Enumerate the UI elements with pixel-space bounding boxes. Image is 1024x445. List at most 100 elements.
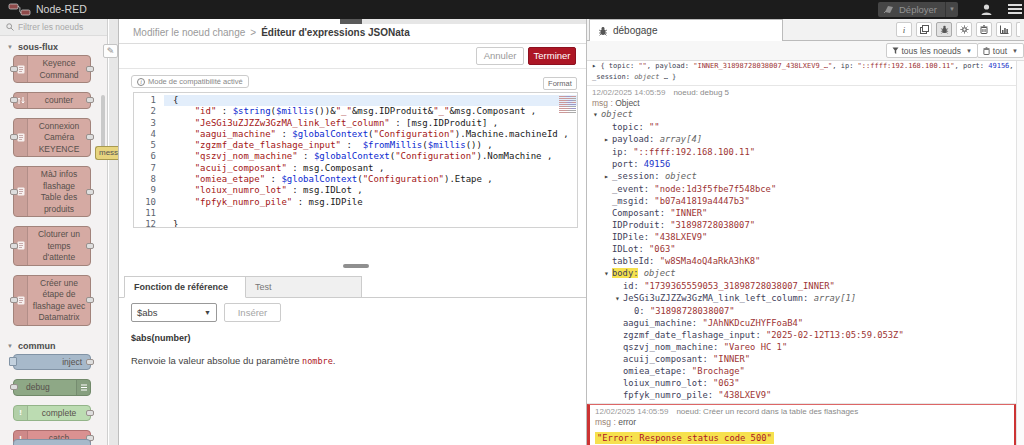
code-line-1[interactable]: { [164, 95, 577, 106]
palette-node-cloturer-un-temps-dattente[interactable]: Cloturer untempsd'attente [13, 226, 91, 266]
debug-tree-row[interactable]: omiea_etape: "Brochage" [587, 365, 1016, 377]
debug-message-error[interactable]: 12/02/2025 14:05:59noeud: Créer un recor… [587, 404, 1016, 445]
debug-tree-row[interactable]: id: "1739365559053_31898728038007_INNER" [587, 280, 1016, 292]
debug-tree-row[interactable]: ▸payload: array[4] [587, 133, 1016, 146]
tab-test[interactable]: Test [246, 276, 362, 298]
debug-tree-row[interactable]: ip: "::ffff:192.168.100.11" [587, 146, 1016, 158]
debug-tree-row[interactable]: tableId: "w8SMa4oQ4aRkA3hK8" [587, 255, 1016, 267]
extra-button-sliver[interactable] [1016, 22, 1020, 37]
debug-tree-row[interactable]: IDProduit: "31898728038007" [587, 219, 1016, 231]
debug-tree-row[interactable]: acuij_composant: "INNER" [587, 353, 1016, 365]
debug-tree-row[interactable]: ▾JeSGi3uZJZZw3GzMA_link_left_column: arr… [587, 292, 1016, 305]
palette-search[interactable]: Filtrer les noeuds [0, 19, 107, 36]
insert-button[interactable]: Insérer [224, 303, 281, 322]
debug-tree-row[interactable]: 0: "31898728038007" [587, 305, 1016, 317]
expanded-arrow-icon[interactable]: ▾ [604, 268, 612, 280]
canvas-node-fragment[interactable]: mess [95, 146, 118, 160]
editor-code-area[interactable]: { "id" : $string($millis())&"_"&msg.IDPr… [164, 93, 577, 227]
palette-node-keyence-command[interactable]: KeyenceCommand [13, 55, 91, 83]
debug-toggle-button[interactable] [76, 380, 90, 395]
palette-section-sous-flux[interactable]: ▼sous-flux [0, 36, 107, 55]
node-input-port[interactable] [10, 66, 18, 72]
code-line-5[interactable]: "zgzmf_date_flashage_input" : $fromMilli… [164, 140, 577, 151]
deploy-button[interactable]: Déployer ▼ [878, 2, 958, 17]
node-input-port[interactable] [10, 297, 18, 303]
jsonata-code-editor[interactable]: 123456789101112 { "id" : $string($millis… [133, 92, 578, 228]
debug-tree-row[interactable]: port: 49156 [587, 158, 1016, 170]
filter-nodes-button[interactable]: tous les noeuds ▼ [886, 43, 979, 58]
code-line-12[interactable]: } [164, 219, 577, 227]
tab-function-reference[interactable]: Fonction de référence [124, 276, 246, 298]
debug-tree-row[interactable]: loiux_numro_lot: "063" [587, 377, 1016, 389]
main-menu-icon[interactable] [1008, 4, 1022, 16]
debug-tree-row[interactable]: qszvj_nom_machine: "Vareo HC 1" [587, 341, 1016, 353]
breadcrumb-node[interactable]: Modifier le noeud change [133, 27, 245, 38]
debug-tree-row[interactable]: IDPile: "438LXEV9" [587, 231, 1016, 243]
debug-tree-row[interactable]: aagui_machine: "JAhNKDcuZHYFFoaB4" [587, 317, 1016, 329]
code-line-10[interactable]: "fpfyk_numro_pile" : msg.IDPile [164, 197, 577, 208]
palette-node-debug[interactable]: debug [13, 379, 91, 396]
palette-node-complete[interactable]: complete! [13, 405, 91, 422]
palette-node-status[interactable] [13, 439, 91, 445]
node-output-port[interactable] [86, 410, 94, 416]
code-line-4[interactable]: "aagui_machine" : $globalContext("Config… [164, 129, 577, 140]
tab-debug[interactable]: débogage [589, 19, 783, 41]
node-output-port[interactable] [86, 297, 94, 303]
user-icon[interactable] [980, 3, 993, 16]
cancel-button[interactable]: Annuler [476, 47, 524, 65]
node-output-port[interactable] [86, 243, 94, 249]
code-line-3[interactable]: "JeSGi3uZJZZw3GzMA_link_left_column" : [… [164, 118, 577, 129]
node-input-port[interactable] [10, 134, 18, 140]
node-output-port[interactable] [86, 189, 94, 195]
collapsed-arrow-icon[interactable]: ▸ [604, 171, 612, 183]
debug-tree-row[interactable]: fpfyk_numro_pile: "438LXEV9" [587, 389, 1016, 401]
code-line-6[interactable]: "qszvj_nom_machine" : $globalContext("Co… [164, 151, 577, 162]
palette-node-counter[interactable]: counter [13, 92, 91, 109]
delete-button[interactable] [976, 22, 992, 37]
node-input-port[interactable] [10, 384, 18, 390]
chart-button[interactable] [996, 22, 1012, 37]
format-button[interactable]: Format [543, 77, 577, 90]
deploy-options-chevron[interactable]: ▼ [945, 2, 958, 17]
function-select[interactable]: $abs ▼ [131, 303, 217, 322]
debug-tree-row[interactable]: topic: "" [587, 121, 1016, 133]
collapsed-arrow-icon[interactable]: ▸ [604, 134, 612, 146]
palette-node-maj-infos-flashage[interactable]: MàJ infosflashageTable desproduits [13, 166, 91, 217]
node-input-port[interactable] [10, 97, 18, 103]
debug-tree-row[interactable]: ▾body: object [587, 267, 1016, 280]
node-output-port[interactable] [86, 97, 94, 103]
debug-tree-row[interactable]: Composant: "INNER" [587, 207, 1016, 219]
settings-button[interactable] [956, 22, 972, 37]
palette-node-creer-une-etape-de-flashage[interactable]: Créer uneétape deflashage avecDatamatrix [13, 275, 91, 326]
palette-node-connexion-camera-keyence[interactable]: ConnexionCaméraKEYENCE [13, 118, 91, 158]
debug-scrollbar[interactable] [1016, 61, 1024, 445]
node-output-port[interactable] [86, 66, 94, 72]
debug-tree-row[interactable]: ▾object [587, 108, 1016, 121]
node-output-port[interactable] [86, 134, 94, 140]
debug-message-object[interactable]: 12/02/2025 14:05:59noeud: debug 5msg : O… [587, 86, 1016, 404]
code-line-7[interactable]: "acuij_composant" : msg.Composant , [164, 163, 577, 174]
debug-tree-row[interactable]: _msgid: "b07a41819a4447b3" [587, 195, 1016, 207]
expanded-arrow-icon[interactable]: ▾ [593, 109, 601, 121]
inject-button[interactable] [9, 357, 17, 366]
edit-pencil-button[interactable]: ✎ [103, 44, 118, 58]
code-line-11[interactable] [164, 208, 577, 219]
node-input-port[interactable] [10, 243, 18, 249]
info-button[interactable]: i [896, 22, 912, 37]
debug-message-preview[interactable]: ▸ { topic: "", payload: "INNER_318987280… [587, 61, 1016, 86]
palette-section-commun[interactable]: ▼commun [0, 335, 107, 354]
node-output-port[interactable] [86, 359, 94, 365]
code-line-8[interactable]: "omiea_etape" : $globalContext("Configur… [164, 174, 577, 185]
debug-tree-row[interactable]: ▸_session: object [587, 170, 1016, 183]
debug-messages-button[interactable] [936, 22, 952, 37]
flow-canvas[interactable] [109, 19, 118, 445]
clear-messages-button[interactable]: tout ▼ [977, 43, 1024, 58]
debug-tree-row[interactable]: zgzmf_date_flashage_input: "2025-02-12T1… [587, 329, 1016, 341]
debug-tree-row[interactable]: _event: "node:1d3f5fbe7f548bce" [587, 183, 1016, 195]
open-window-button[interactable] [916, 22, 932, 37]
palette-node-inject[interactable]: inject [13, 354, 91, 371]
panel-resize-grip[interactable] [343, 264, 369, 268]
node-input-port[interactable] [10, 189, 18, 195]
code-line-2[interactable]: "id" : $string($millis())&"_"&msg.IDProd… [164, 106, 577, 117]
code-line-9[interactable]: "loiux_numro_lot" : msg.IDLot , [164, 185, 577, 196]
